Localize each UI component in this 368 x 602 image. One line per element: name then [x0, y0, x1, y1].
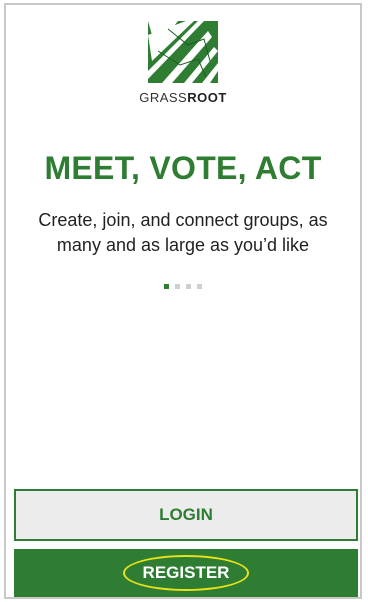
brand-wordmark: GRASSROOT [139, 90, 227, 105]
brand-name-light: GRASS [139, 90, 188, 105]
login-button-label: LOGIN [159, 505, 213, 524]
page-indicator-dot-3[interactable] [186, 284, 191, 289]
register-button[interactable]: REGISTER [14, 549, 358, 597]
brand-header: GRASSROOT [6, 21, 360, 105]
onboarding-subtitle: Create, join, and connect groups, as man… [38, 210, 328, 255]
page-indicator-dot-2[interactable] [175, 284, 180, 289]
onboarding-headline: MEET, VOTE, ACT [44, 150, 322, 186]
page-indicator-dot-4[interactable] [197, 284, 202, 289]
brand-name-bold: ROOT [187, 90, 227, 105]
page-indicator [6, 284, 360, 289]
register-button-label: REGISTER [122, 555, 250, 591]
page-indicator-dot-1[interactable] [164, 284, 169, 289]
login-button[interactable]: LOGIN [14, 489, 358, 541]
grass-blades-logo-icon [148, 21, 218, 83]
